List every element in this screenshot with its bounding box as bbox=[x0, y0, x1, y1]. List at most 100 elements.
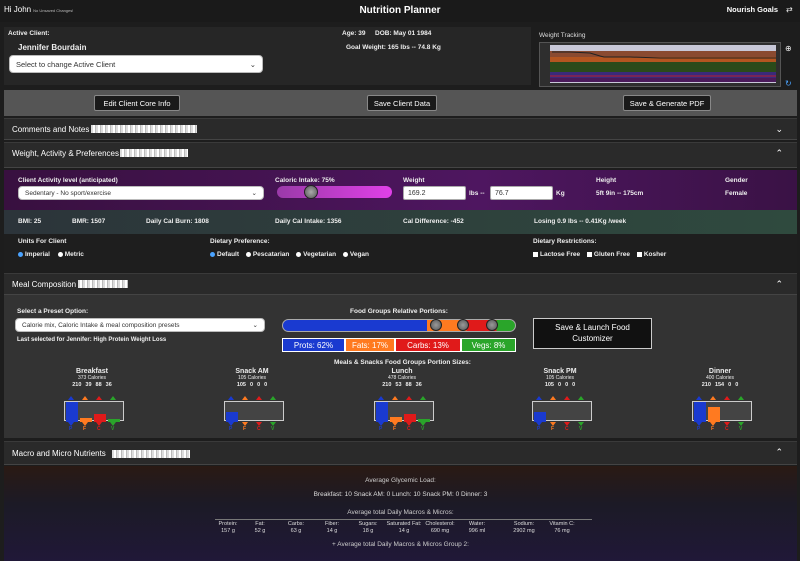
increase-arrow-icon[interactable] bbox=[256, 396, 262, 400]
food-group-letter: C bbox=[97, 426, 101, 432]
meal-composition-header[interactable]: Meal Composition ⌃ bbox=[4, 273, 797, 295]
activity-label: Client Activity level (anticipated) bbox=[18, 177, 118, 184]
increase-arrow-icon[interactable] bbox=[242, 396, 248, 400]
portion-bars bbox=[64, 401, 124, 422]
slider-handle-prot-fat[interactable] bbox=[430, 319, 442, 331]
preset-select[interactable]: Calorie mix, Caloric Intake & meal compo… bbox=[15, 318, 265, 332]
portion-bars bbox=[692, 401, 752, 422]
increase-arrow-icon[interactable] bbox=[564, 396, 570, 400]
meal-name: Lunch bbox=[391, 368, 413, 375]
unit-metric[interactable]: Metric bbox=[57, 251, 84, 258]
increase-arrow-icon[interactable] bbox=[82, 396, 88, 400]
diet-pescatarian-label: Pescatarian bbox=[252, 251, 290, 258]
portion-bar bbox=[226, 412, 238, 422]
meal-calories: 400 Calories bbox=[705, 375, 735, 381]
launch-customizer-button[interactable]: Save & Launch Food Customizer bbox=[533, 318, 652, 349]
meal-calories: 373 Calories bbox=[77, 375, 107, 381]
veg-portion: 0 bbox=[264, 382, 268, 388]
caloric-label: Caloric Intake: 75% bbox=[275, 177, 335, 184]
units-options: Imperial Metric bbox=[18, 251, 84, 258]
group2-toggle[interactable]: + Average total Daily Macros & Micros Gr… bbox=[4, 541, 797, 548]
increase-arrow-icon[interactable] bbox=[420, 396, 426, 400]
increase-arrow-icon[interactable] bbox=[392, 396, 398, 400]
gender-label: Gender bbox=[725, 177, 748, 184]
save-client-button[interactable]: Save Client Data bbox=[367, 95, 437, 111]
weight-kg-input[interactable]: 76.7 bbox=[490, 186, 553, 200]
increase-arrow-icon[interactable] bbox=[68, 396, 74, 400]
chevron-down-icon: ⌄ bbox=[252, 322, 258, 329]
slider-handle-carb-veg[interactable] bbox=[486, 319, 498, 331]
food-group-letter: F bbox=[393, 426, 397, 432]
client-select[interactable]: Select to change Active Client ⌄ bbox=[9, 55, 263, 73]
carb-portion: 88 bbox=[95, 382, 102, 388]
meal-card: Breakfast 373 Calories 210 39 88 36 P F C V bbox=[52, 368, 132, 434]
restrict-kosher[interactable]: Kosher bbox=[636, 251, 666, 258]
diet-vegan[interactable]: Vegan bbox=[342, 251, 370, 258]
food-group-letter: P bbox=[69, 426, 73, 432]
vegs-legend: Vegs: 8% bbox=[461, 338, 516, 352]
macro-micro-header[interactable]: Macro and Micro Nutrients ⌃ bbox=[4, 441, 797, 465]
weight-label: Weight bbox=[403, 177, 425, 184]
increase-arrow-icon[interactable] bbox=[228, 396, 234, 400]
weight-tracking-title: Weight Tracking bbox=[539, 32, 586, 39]
diet-pescatarian[interactable]: Pescatarian bbox=[245, 251, 290, 258]
unit-metric-label: Metric bbox=[64, 251, 84, 258]
active-client-panel: Active Client: Jennifer Bourdain Age: 39… bbox=[4, 27, 531, 85]
increase-arrow-icon[interactable] bbox=[738, 396, 744, 400]
comments-header[interactable]: Comments and Notes ⌄ bbox=[4, 118, 797, 140]
action-toolbar: Edit Client Core Info Save Client Data S… bbox=[4, 90, 797, 116]
increase-arrow-icon[interactable] bbox=[536, 396, 542, 400]
weight-lbs-input[interactable]: 169.2 bbox=[403, 186, 466, 200]
fat-portion: 53 bbox=[395, 382, 402, 388]
activity-select[interactable]: Sedentary - No sport/exercise ⌄ bbox=[18, 186, 264, 200]
meal-composition-title: Meal Composition bbox=[12, 280, 77, 289]
weight-activity-header[interactable]: Weight, Activity & Preferences ⌃ bbox=[4, 142, 797, 168]
increase-arrow-icon[interactable] bbox=[578, 396, 584, 400]
prots-legend: Prots: 62% bbox=[282, 338, 345, 352]
food-group-letter: F bbox=[243, 426, 247, 432]
fats-legend: Fats: 17% bbox=[345, 338, 395, 352]
protein-portion: 210 bbox=[701, 382, 711, 388]
restrict-lactose[interactable]: Lactose Free bbox=[533, 251, 580, 258]
diet-vegetarian[interactable]: Vegetarian bbox=[296, 251, 336, 258]
diet-vegan-label: Vegan bbox=[349, 251, 370, 258]
meal-portion-numbers: 105 0 0 0 bbox=[520, 382, 600, 388]
increase-arrow-icon[interactable] bbox=[406, 396, 412, 400]
restrict-lactose-label: Lactose Free bbox=[540, 251, 581, 258]
checkbox-icon bbox=[586, 251, 592, 257]
portion-bars bbox=[224, 401, 284, 422]
save-pdf-button[interactable]: Save & Generate PDF bbox=[623, 95, 711, 111]
settings-icon[interactable]: ⇄ bbox=[786, 5, 793, 14]
increase-arrow-icon[interactable] bbox=[270, 396, 276, 400]
protein-portion: 105 bbox=[544, 382, 554, 388]
protein-portion: 210 bbox=[72, 382, 82, 388]
portions-slider[interactable] bbox=[282, 319, 516, 332]
weight-tracking-chart[interactable] bbox=[539, 42, 781, 87]
increase-arrow-icon[interactable] bbox=[724, 396, 730, 400]
carb-portion: 0 bbox=[565, 382, 569, 388]
slider-handle-fat-carb[interactable] bbox=[457, 319, 469, 331]
increase-arrow-icon[interactable] bbox=[378, 396, 384, 400]
nutrient-value: 76 mg bbox=[554, 527, 570, 534]
increase-arrow-icon[interactable] bbox=[96, 396, 102, 400]
increase-arrow-icon[interactable] bbox=[550, 396, 556, 400]
increase-arrow-icon[interactable] bbox=[710, 396, 716, 400]
food-group-letter: C bbox=[257, 426, 261, 432]
gl-title: Average Glycemic Load: bbox=[365, 477, 436, 484]
increase-arrow-icon[interactable] bbox=[696, 396, 702, 400]
caloric-slider[interactable] bbox=[277, 186, 392, 198]
restrict-gluten[interactable]: Gluten Free bbox=[586, 251, 630, 258]
client-select-text: Select to change Active Client bbox=[16, 59, 116, 69]
food-group-letter: P bbox=[697, 426, 701, 432]
portion-bar bbox=[94, 413, 106, 422]
zoom-icon[interactable]: ⊕ bbox=[785, 44, 792, 53]
refresh-icon[interactable]: ↻ bbox=[785, 79, 792, 88]
kg-unit: Kg bbox=[556, 190, 565, 197]
increase-arrow-icon[interactable] bbox=[110, 396, 116, 400]
edit-client-button[interactable]: Edit Client Core Info bbox=[94, 95, 180, 111]
macro-preview-bar bbox=[112, 450, 190, 458]
diet-default[interactable]: Default bbox=[210, 251, 239, 258]
veg-portion: 0 bbox=[572, 382, 576, 388]
brand-name[interactable]: Nourish Goals bbox=[727, 5, 778, 14]
unit-imperial[interactable]: Imperial bbox=[18, 251, 50, 258]
